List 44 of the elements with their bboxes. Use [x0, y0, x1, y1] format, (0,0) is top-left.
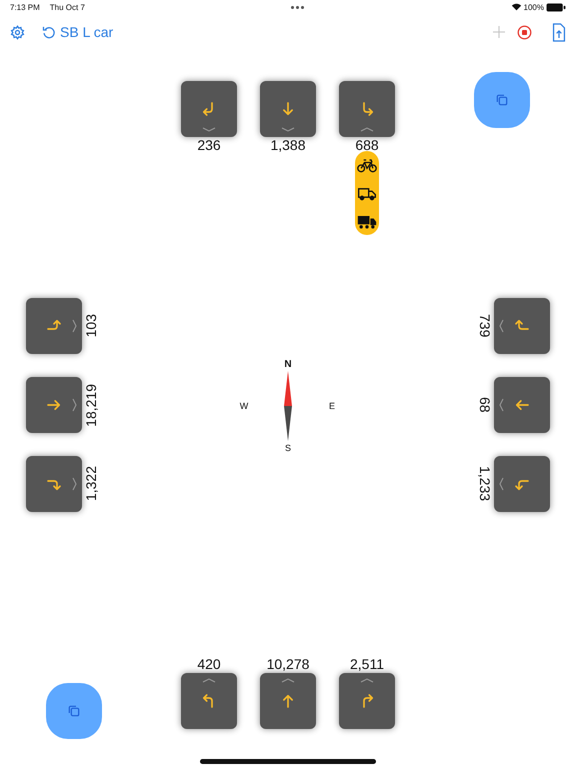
wifi-icon: [510, 3, 522, 11]
movement-button[interactable]: [494, 298, 550, 354]
movement-button[interactable]: [339, 673, 395, 729]
east-label: E: [328, 401, 335, 411]
export-document-icon[interactable]: [552, 22, 566, 42]
count-label: 420: [197, 656, 221, 673]
settings-icon[interactable]: [10, 24, 25, 40]
date-label: Thu Oct 7: [50, 2, 85, 12]
count-label: 68: [476, 397, 493, 413]
count-label: 2,511: [350, 656, 384, 673]
copy-icon: [66, 703, 82, 719]
count-label: 739: [476, 314, 493, 338]
copy-icon: [494, 92, 510, 108]
battery-icon: [546, 2, 566, 12]
movement-button[interactable]: [494, 456, 550, 512]
session-title: SB L car: [60, 24, 114, 40]
stop-recording-icon[interactable]: [517, 24, 532, 40]
count-label: 236: [197, 137, 221, 154]
duplicate-button[interactable]: [474, 72, 530, 128]
movement-button[interactable]: [494, 377, 550, 433]
battery-percent: 100%: [524, 2, 544, 12]
count-label: 18,219: [83, 384, 100, 426]
movement-button[interactable]: [26, 456, 82, 512]
movement-button[interactable]: [260, 673, 316, 729]
count-label: 688: [355, 137, 379, 154]
duplicate-button[interactable]: [46, 683, 102, 739]
north-label: N: [284, 358, 292, 370]
movement-button[interactable]: [339, 81, 395, 137]
south-label: S: [284, 443, 291, 453]
clock-time: 7:13 PM: [10, 2, 40, 12]
movement-button[interactable]: [181, 673, 237, 729]
west-label: W: [240, 401, 248, 411]
movement-button[interactable]: [181, 81, 237, 137]
movement-button[interactable]: [26, 298, 82, 354]
count-label: 1,322: [83, 466, 100, 502]
count-label: 10,278: [266, 656, 310, 673]
compass-needle-icon: [283, 371, 293, 441]
multitasking-icon[interactable]: [291, 6, 304, 8]
undo-icon[interactable]: [41, 24, 56, 40]
count-label: 1,233: [476, 466, 493, 502]
movement-button[interactable]: [26, 377, 82, 433]
count-label: 103: [83, 314, 100, 338]
count-label: 1,388: [270, 137, 306, 154]
movement-button[interactable]: [260, 81, 316, 137]
